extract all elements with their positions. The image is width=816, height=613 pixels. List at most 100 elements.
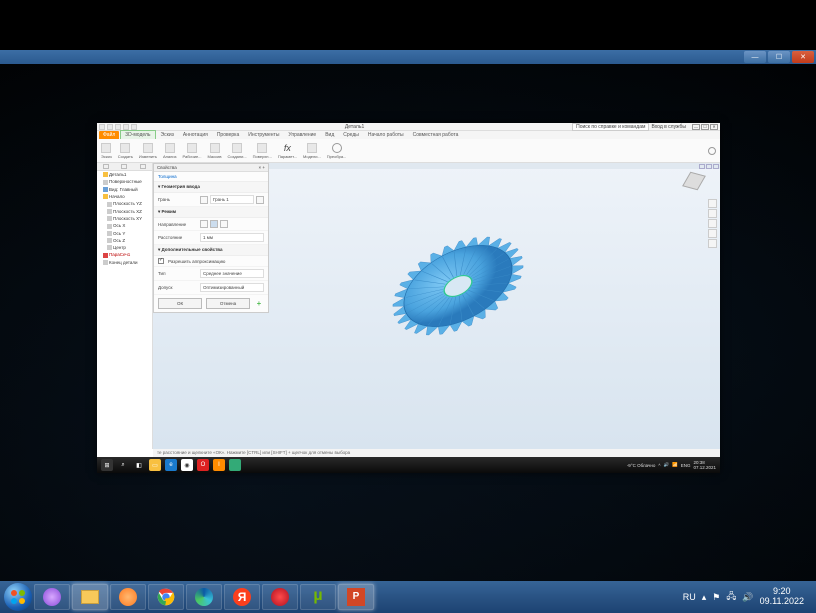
ribbon-modify-button[interactable]: Изменить bbox=[139, 143, 157, 159]
nav-zoom-icon[interactable] bbox=[708, 219, 717, 228]
viewport-minimize-icon[interactable] bbox=[699, 164, 705, 169]
tab-collaborate[interactable]: Совместная работа bbox=[409, 131, 463, 139]
taskbar-media-player[interactable] bbox=[110, 584, 146, 610]
ribbon-parameters-button[interactable]: fxПарамет... bbox=[278, 143, 297, 159]
inner-search-icon[interactable]: ⌕ bbox=[117, 459, 129, 471]
tab-manage[interactable]: Управление bbox=[284, 131, 320, 139]
ribbon-workfeatures-button[interactable]: Рабочие... bbox=[182, 143, 201, 159]
qat-new-icon[interactable] bbox=[99, 124, 105, 130]
browser-search-icon[interactable] bbox=[121, 164, 127, 169]
ribbon-help-button[interactable] bbox=[708, 147, 716, 155]
face-clear-icon[interactable] bbox=[256, 196, 264, 204]
taskbar-yandex[interactable]: Я bbox=[224, 584, 260, 610]
feature-name[interactable]: Толщина bbox=[154, 172, 268, 182]
tab-3d-model[interactable]: 3D-модель bbox=[120, 130, 155, 139]
browser-node[interactable]: Плоскость YZ bbox=[97, 200, 152, 207]
browser-root[interactable]: Деталь1 bbox=[97, 171, 152, 178]
inner-minimize-button[interactable]: — bbox=[692, 124, 700, 130]
inner-inventor-icon[interactable]: I bbox=[213, 459, 225, 471]
ribbon-pattern-button[interactable]: Массив bbox=[208, 143, 222, 159]
cancel-button[interactable]: Отмена bbox=[206, 298, 250, 309]
nav-orbit-icon[interactable] bbox=[708, 229, 717, 238]
ribbon-convert-button[interactable]: Преобра... bbox=[327, 143, 347, 159]
inner-explorer-icon[interactable]: ▭ bbox=[149, 459, 161, 471]
qat-redo-icon[interactable] bbox=[131, 124, 137, 130]
ribbon-createfreeform-button[interactable]: Создани... bbox=[228, 143, 247, 159]
ribbon-sketch-button[interactable]: Эскиз bbox=[101, 143, 112, 159]
direction-opt1-icon[interactable] bbox=[200, 220, 208, 228]
ok-button[interactable]: ОК bbox=[158, 298, 202, 309]
section-geometry[interactable]: ▾ Геометрия ввода bbox=[154, 182, 268, 193]
taskbar-explorer[interactable] bbox=[72, 584, 108, 610]
qat-save-icon[interactable] bbox=[115, 124, 121, 130]
tolerance-dropdown[interactable]: Оптимизированный bbox=[200, 283, 264, 292]
taskbar-edge[interactable] bbox=[186, 584, 222, 610]
tab-get-started[interactable]: Начало работы bbox=[364, 131, 408, 139]
apply-plus-button[interactable]: + bbox=[254, 299, 264, 309]
taskbar-opera[interactable] bbox=[262, 584, 298, 610]
face-value[interactable]: Грань 1 bbox=[210, 195, 254, 204]
inner-tray-chevron-icon[interactable]: ^ bbox=[658, 463, 660, 468]
browser-active-feature[interactable]: ПараСеч1 bbox=[97, 251, 152, 258]
direction-opt2-icon[interactable] bbox=[210, 220, 218, 228]
tray-flag-icon[interactable]: ⚑ bbox=[712, 592, 720, 603]
inner-taskview-icon[interactable]: ◧ bbox=[133, 459, 145, 471]
qat-open-icon[interactable] bbox=[107, 124, 113, 130]
inner-close-button[interactable]: ✕ bbox=[710, 124, 718, 130]
properties-add-tab-icon[interactable]: × + bbox=[258, 165, 265, 170]
distance-input[interactable]: 1 мм bbox=[200, 233, 264, 242]
outer-minimize-button[interactable]: — bbox=[744, 51, 766, 63]
inner-edge-icon[interactable]: e bbox=[165, 459, 177, 471]
tray-chevron-icon[interactable]: ▴ bbox=[702, 592, 707, 603]
ribbon-create-button[interactable]: Создать bbox=[118, 143, 133, 159]
approx-checkbox[interactable] bbox=[158, 258, 164, 264]
nav-home-icon[interactable] bbox=[708, 199, 717, 208]
outer-close-button[interactable]: ✕ bbox=[792, 51, 814, 63]
taskbar-powerpoint[interactable]: P bbox=[338, 584, 374, 610]
signin-link[interactable]: Вход в службы bbox=[651, 124, 686, 130]
browser-node[interactable]: Ось Y bbox=[97, 230, 152, 237]
face-pick-icon[interactable] bbox=[200, 196, 208, 204]
browser-node[interactable]: Начало bbox=[97, 193, 152, 200]
inner-lang-indicator[interactable]: ENG bbox=[681, 463, 691, 468]
outer-maximize-button[interactable]: ☐ bbox=[768, 51, 790, 63]
inner-start-button[interactable]: ⊞ bbox=[101, 459, 113, 471]
tab-tools[interactable]: Инструменты bbox=[244, 131, 283, 139]
approx-row[interactable]: Разрешить аппроксимацию bbox=[154, 256, 268, 267]
ribbon-surface-button[interactable]: Поверхн... bbox=[253, 143, 272, 159]
tab-view[interactable]: Вид bbox=[321, 131, 338, 139]
taskbar-chrome[interactable] bbox=[148, 584, 184, 610]
inner-chrome-icon[interactable]: ◉ bbox=[181, 459, 193, 471]
search-field[interactable]: Поиск по справке и командам bbox=[572, 123, 649, 131]
browser-filter-icon[interactable] bbox=[103, 164, 109, 169]
inner-app-icon[interactable] bbox=[229, 459, 241, 471]
tab-annotate[interactable]: Аннотация bbox=[179, 131, 212, 139]
viewport-maximize-icon[interactable] bbox=[706, 164, 712, 169]
start-button[interactable] bbox=[4, 583, 32, 611]
tray-volume-icon[interactable]: 🔊 bbox=[742, 592, 753, 603]
inner-tray-volume-icon[interactable]: 🔊 bbox=[663, 462, 669, 468]
type-dropdown[interactable]: Среднее значение bbox=[200, 269, 264, 278]
browser-node[interactable]: Вид: Главный bbox=[97, 186, 152, 193]
tray-clock[interactable]: 9:20 09.11.2022 bbox=[760, 587, 804, 607]
view-cube[interactable] bbox=[686, 173, 706, 193]
viewport-close-icon[interactable] bbox=[713, 164, 719, 169]
tab-file[interactable]: Файл bbox=[99, 131, 119, 139]
qat-undo-icon[interactable] bbox=[123, 124, 129, 130]
ribbon-analyze-button[interactable]: Анализ bbox=[163, 143, 177, 159]
section-mode[interactable]: ▾ Режим bbox=[154, 207, 268, 218]
tab-environments[interactable]: Среды bbox=[339, 131, 363, 139]
nav-lookAt-icon[interactable] bbox=[708, 239, 717, 248]
browser-node[interactable]: Плоскость XZ bbox=[97, 208, 152, 215]
browser-settings-icon[interactable] bbox=[140, 164, 146, 169]
inner-tray-network-icon[interactable]: 📶 bbox=[672, 462, 678, 468]
browser-node[interactable]: Центр bbox=[97, 244, 152, 251]
direction-opt3-icon[interactable] bbox=[220, 220, 228, 228]
taskbar-utorrent[interactable]: µ bbox=[300, 584, 336, 610]
inner-opera-icon[interactable]: O bbox=[197, 459, 209, 471]
browser-node[interactable]: Ось X bbox=[97, 222, 152, 229]
browser-node[interactable]: Ось Z bbox=[97, 237, 152, 244]
browser-node[interactable]: Плоскость XY bbox=[97, 215, 152, 222]
section-advanced[interactable]: ▾ Дополнительные свойства bbox=[154, 245, 268, 256]
inner-maximize-button[interactable]: ☐ bbox=[701, 124, 709, 130]
